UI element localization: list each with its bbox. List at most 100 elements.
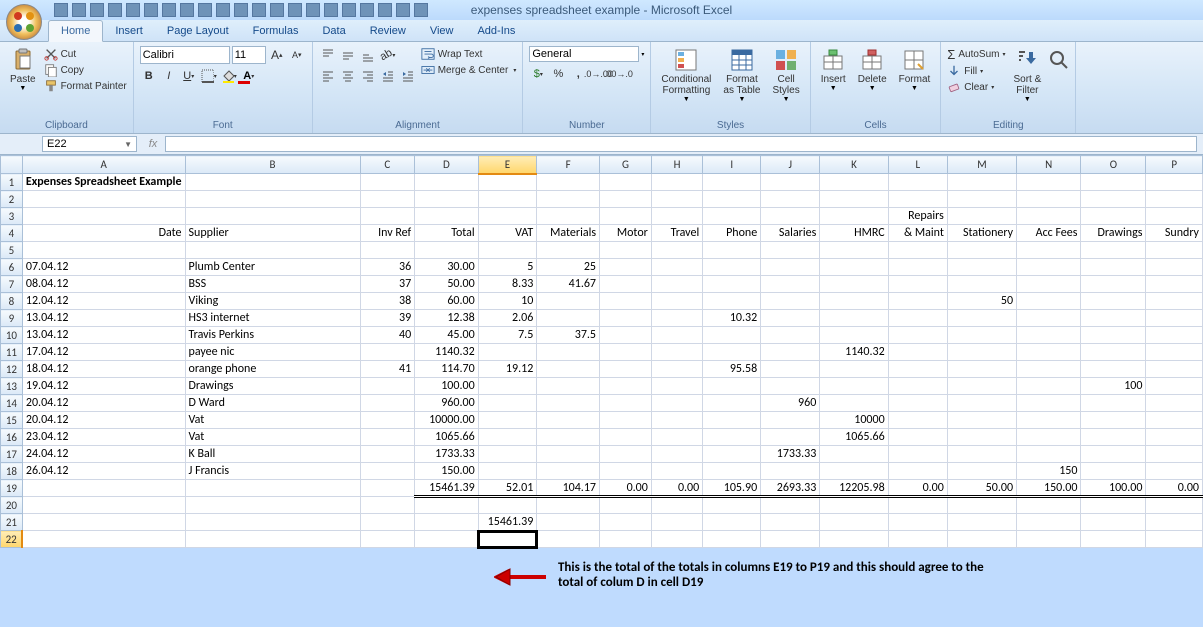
row-header-17[interactable]: 17: [1, 446, 23, 463]
cell-N2[interactable]: [1017, 191, 1081, 208]
cell-C16[interactable]: [360, 429, 415, 446]
cell-N22[interactable]: [1017, 531, 1081, 548]
row-header-13[interactable]: 13: [1, 378, 23, 395]
cell-J9[interactable]: [761, 310, 820, 327]
cell-I13[interactable]: [703, 378, 761, 395]
qa-icon-11[interactable]: [234, 3, 248, 17]
row-header-1[interactable]: 1: [1, 174, 23, 191]
decrease-decimal-button[interactable]: .00→.0: [609, 65, 627, 83]
percent-button[interactable]: %: [549, 65, 567, 83]
cell-F19[interactable]: 104.17: [537, 480, 600, 497]
cell-O4[interactable]: Drawings: [1081, 225, 1146, 242]
cell-D6[interactable]: 30.00: [415, 259, 479, 276]
cell-O17[interactable]: [1081, 446, 1146, 463]
cell-N3[interactable]: [1017, 208, 1081, 225]
qa-icon-5[interactable]: [126, 3, 140, 17]
cell-M15[interactable]: [947, 412, 1016, 429]
cell-E1[interactable]: [478, 174, 537, 191]
column-header-E[interactable]: E: [478, 156, 537, 174]
cell-B6[interactable]: Plumb Center: [185, 259, 360, 276]
cell-D21[interactable]: [415, 514, 479, 531]
border-button[interactable]: ▾: [200, 67, 218, 85]
cell-L22[interactable]: [888, 531, 947, 548]
row-header-2[interactable]: 2: [1, 191, 23, 208]
align-bottom-button[interactable]: [359, 46, 377, 64]
cell-L5[interactable]: [888, 242, 947, 259]
cell-D11[interactable]: 1140.32: [415, 344, 479, 361]
cell-B5[interactable]: [185, 242, 360, 259]
cell-I19[interactable]: 105.90: [703, 480, 761, 497]
cell-A1[interactable]: Expenses Spreadsheet Example: [22, 174, 185, 191]
orientation-button[interactable]: ab▾: [379, 46, 397, 64]
cell-I8[interactable]: [703, 293, 761, 310]
cell-N17[interactable]: [1017, 446, 1081, 463]
format-painter-button[interactable]: Format Painter: [44, 78, 127, 94]
cell-B18[interactable]: J Francis: [185, 463, 360, 480]
cell-C8[interactable]: 38: [360, 293, 415, 310]
cell-P9[interactable]: [1146, 310, 1203, 327]
cell-N13[interactable]: [1017, 378, 1081, 395]
cell-E14[interactable]: [478, 395, 537, 412]
qa-icon-6[interactable]: [144, 3, 158, 17]
cell-K10[interactable]: [820, 327, 888, 344]
cell-L7[interactable]: [888, 276, 947, 293]
cell-H22[interactable]: [651, 531, 702, 548]
cell-P12[interactable]: [1146, 361, 1203, 378]
cell-I14[interactable]: [703, 395, 761, 412]
cell-J19[interactable]: 2693.33: [761, 480, 820, 497]
cell-J18[interactable]: [761, 463, 820, 480]
cell-C10[interactable]: 40: [360, 327, 415, 344]
cell-I4[interactable]: Phone: [703, 225, 761, 242]
column-header-N[interactable]: N: [1017, 156, 1081, 174]
cell-L20[interactable]: [888, 497, 947, 514]
cell-C2[interactable]: [360, 191, 415, 208]
cell-C22[interactable]: [360, 531, 415, 548]
cell-P11[interactable]: [1146, 344, 1203, 361]
cell-O8[interactable]: [1081, 293, 1146, 310]
cell-C13[interactable]: [360, 378, 415, 395]
cell-D18[interactable]: 150.00: [415, 463, 479, 480]
cell-C5[interactable]: [360, 242, 415, 259]
cell-O9[interactable]: [1081, 310, 1146, 327]
row-header-18[interactable]: 18: [1, 463, 23, 480]
row-header-9[interactable]: 9: [1, 310, 23, 327]
undo-icon[interactable]: [72, 3, 86, 17]
cell-B4[interactable]: Supplier: [185, 225, 360, 242]
cell-H7[interactable]: [651, 276, 702, 293]
column-header-J[interactable]: J: [761, 156, 820, 174]
cell-F16[interactable]: [537, 429, 600, 446]
cell-D1[interactable]: [415, 174, 479, 191]
cell-H13[interactable]: [651, 378, 702, 395]
cell-D8[interactable]: 60.00: [415, 293, 479, 310]
cell-E5[interactable]: [478, 242, 537, 259]
cell-G5[interactable]: [600, 242, 652, 259]
cell-A2[interactable]: [22, 191, 185, 208]
row-header-22[interactable]: 22: [1, 531, 23, 548]
cell-H4[interactable]: Travel: [651, 225, 702, 242]
cell-L10[interactable]: [888, 327, 947, 344]
tab-insert[interactable]: Insert: [103, 21, 155, 41]
underline-button[interactable]: U▾: [180, 67, 198, 85]
cell-G12[interactable]: [600, 361, 652, 378]
cell-I12[interactable]: 95.58: [703, 361, 761, 378]
cell-M4[interactable]: Stationery: [947, 225, 1016, 242]
cut-button[interactable]: Cut: [44, 46, 127, 62]
cell-G13[interactable]: [600, 378, 652, 395]
bold-button[interactable]: B: [140, 67, 158, 85]
cell-D16[interactable]: 1065.66: [415, 429, 479, 446]
cell-K19[interactable]: 12205.98: [820, 480, 888, 497]
tab-page-layout[interactable]: Page Layout: [155, 21, 241, 41]
clear-button[interactable]: Clear▾: [947, 79, 1005, 95]
cell-I11[interactable]: [703, 344, 761, 361]
cell-G11[interactable]: [600, 344, 652, 361]
cell-J15[interactable]: [761, 412, 820, 429]
cell-N14[interactable]: [1017, 395, 1081, 412]
cell-A11[interactable]: 17.04.12: [22, 344, 185, 361]
cell-C17[interactable]: [360, 446, 415, 463]
italic-button[interactable]: I: [160, 67, 178, 85]
autosum-button[interactable]: ΣAutoSum▾: [947, 46, 1005, 63]
cell-A18[interactable]: 26.04.12: [22, 463, 185, 480]
cell-H12[interactable]: [651, 361, 702, 378]
cell-A22[interactable]: [22, 531, 185, 548]
cell-K11[interactable]: 1140.32: [820, 344, 888, 361]
